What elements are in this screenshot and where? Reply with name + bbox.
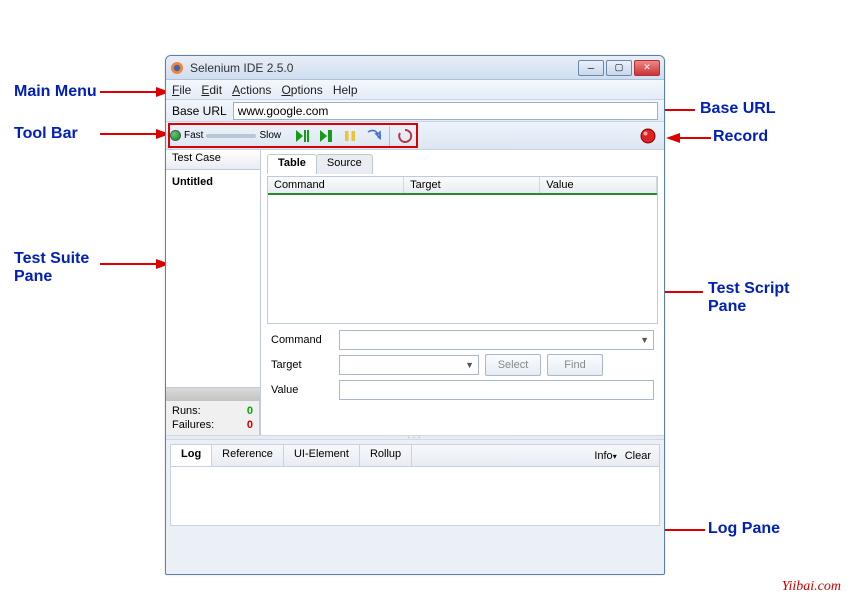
- label-record: Record: [713, 128, 768, 146]
- log-pane: Log Reference UI-Element Rollup Info▾ Cl…: [170, 444, 660, 526]
- speed-slow-label: Slow: [259, 130, 281, 141]
- menu-file[interactable]: File: [172, 83, 191, 97]
- watermark: Yiibai.com: [782, 579, 841, 595]
- menu-edit[interactable]: Edit: [201, 83, 222, 97]
- test-case-tab[interactable]: Test Case: [166, 150, 260, 170]
- col-command[interactable]: Command: [268, 177, 404, 193]
- maximize-button[interactable]: ▢: [606, 60, 632, 76]
- label-base-url: Base URL: [700, 100, 776, 118]
- speed-fast-label: Fast: [184, 130, 203, 141]
- close-button[interactable]: ✕: [634, 60, 660, 76]
- chevron-down-icon: ▼: [465, 360, 474, 370]
- tab-table[interactable]: Table: [267, 154, 317, 174]
- base-url-label: Base URL: [172, 104, 227, 118]
- label-main-menu: Main Menu: [14, 83, 97, 101]
- menu-help[interactable]: Help: [333, 83, 358, 97]
- progress-bar: [166, 387, 260, 401]
- main-menu: File Edit Actions Options Help: [166, 80, 664, 100]
- firefox-icon: [170, 61, 184, 75]
- failures-label: Failures:: [172, 419, 214, 431]
- window-title: Selenium IDE 2.5.0: [190, 61, 578, 75]
- chevron-down-icon: ▾: [613, 452, 617, 461]
- label-tool-bar: Tool Bar: [14, 125, 78, 143]
- menu-actions[interactable]: Actions: [232, 83, 271, 97]
- col-target[interactable]: Target: [404, 177, 540, 193]
- runs-value: 0: [247, 405, 253, 417]
- chevron-down-icon: ▼: [640, 335, 649, 345]
- tab-source[interactable]: Source: [316, 154, 373, 174]
- command-grid[interactable]: Command Target Value: [267, 176, 658, 324]
- play-suite-button[interactable]: [291, 125, 313, 147]
- tool-bar: Fast Slow: [166, 122, 664, 150]
- log-tab-reference[interactable]: Reference: [212, 445, 284, 466]
- test-suite-pane[interactable]: Untitled: [166, 170, 260, 387]
- test-script-pane: Table Source Command Target Value Comman…: [261, 150, 664, 435]
- minimize-button[interactable]: ─: [578, 60, 604, 76]
- main-area: Test Case Untitled Runs: 0 Failures: 0 Tab…: [166, 150, 664, 435]
- speed-slider[interactable]: Fast Slow: [170, 130, 282, 141]
- value-input[interactable]: [339, 380, 654, 400]
- base-url-row: Base URL: [166, 100, 664, 122]
- command-label: Command: [271, 334, 333, 346]
- grid-header: Command Target Value: [268, 177, 657, 195]
- select-button[interactable]: Select: [485, 354, 541, 376]
- toolbar-separator: [389, 126, 390, 146]
- menu-options[interactable]: Options: [281, 83, 322, 97]
- log-tab-uielement[interactable]: UI-Element: [284, 445, 360, 466]
- log-clear-button[interactable]: Clear: [625, 450, 651, 462]
- titlebar[interactable]: Selenium IDE 2.5.0 ─ ▢ ✕: [166, 56, 664, 80]
- pause-button[interactable]: [339, 125, 361, 147]
- runs-label: Runs:: [172, 405, 201, 417]
- log-body[interactable]: [171, 467, 659, 525]
- label-test-suite-pane: Test Suite Pane: [14, 250, 89, 286]
- log-info-dropdown[interactable]: Info▾: [594, 450, 616, 462]
- find-button[interactable]: Find: [547, 354, 603, 376]
- speed-knob-icon: [170, 130, 181, 141]
- record-button[interactable]: [637, 125, 659, 147]
- col-value[interactable]: Value: [540, 177, 657, 193]
- label-log-pane: Log Pane: [708, 520, 780, 538]
- failures-value: 0: [247, 419, 253, 431]
- target-combo[interactable]: ▼: [339, 355, 479, 375]
- value-label: Value: [271, 384, 333, 396]
- test-case-item[interactable]: Untitled: [170, 174, 256, 190]
- rollup-button[interactable]: [394, 125, 416, 147]
- log-tab-log[interactable]: Log: [171, 445, 212, 466]
- target-label: Target: [271, 359, 333, 371]
- label-test-script-pane: Test Script Pane: [708, 280, 790, 316]
- splitter-handle[interactable]: [166, 435, 664, 440]
- selenium-ide-window: Selenium IDE 2.5.0 ─ ▢ ✕ File Edit Actio…: [165, 55, 665, 575]
- step-button[interactable]: [363, 125, 385, 147]
- base-url-input[interactable]: [233, 102, 658, 120]
- command-combo[interactable]: ▼: [339, 330, 654, 350]
- stats-panel: Runs: 0 Failures: 0: [166, 401, 260, 435]
- log-tab-rollup[interactable]: Rollup: [360, 445, 412, 466]
- command-form: Command ▼ Target ▼ Select Find Value: [267, 324, 658, 408]
- play-test-button[interactable]: [315, 125, 337, 147]
